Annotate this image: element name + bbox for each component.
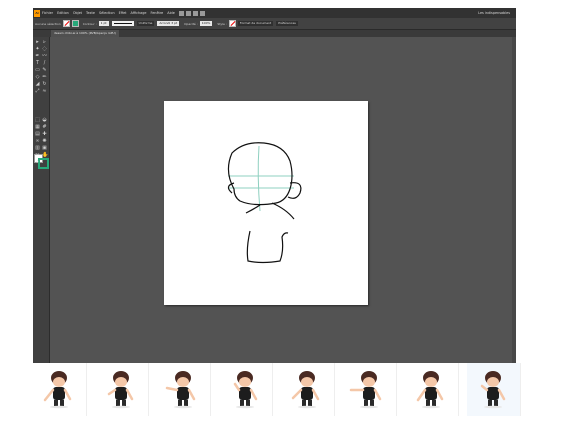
menu-edit[interactable]: Edition <box>57 11 69 15</box>
chibi-figure-icon <box>233 371 258 409</box>
body-outline <box>246 230 289 264</box>
right-shoulder <box>271 202 295 220</box>
menu-file[interactable]: Fichier <box>42 11 53 15</box>
app-logo-icon: Ai <box>34 9 40 17</box>
workspace-switcher[interactable]: Les indispensables <box>478 11 510 15</box>
selection-status: Aucune sélection <box>35 21 61 26</box>
pen-tool-icon[interactable]: ✒ <box>35 54 40 59</box>
magic-wand-tool-icon[interactable]: ✦ <box>35 47 40 52</box>
mesh-tool-icon[interactable]: # <box>42 125 47 130</box>
menu-effect[interactable]: Effet <box>119 11 127 15</box>
pencil-tool-icon[interactable]: ✏ <box>42 75 47 80</box>
brush-definition-dropdown[interactable]: Arrondi 3 pt <box>157 21 180 26</box>
scale-tool-icon[interactable]: ⤢ <box>35 89 40 94</box>
preferences-button[interactable]: Préférences <box>276 21 298 26</box>
artboard[interactable] <box>164 101 368 305</box>
stroke-weight-field[interactable]: 1 pt <box>98 21 109 26</box>
chibi-figure-icon <box>291 371 320 409</box>
blend-tool-icon[interactable]: ∞ <box>35 139 40 144</box>
pose-thumbnail[interactable] <box>281 363 335 416</box>
free-transform-tool-icon[interactable]: ⬚ <box>35 118 40 123</box>
lasso-tool-icon[interactable]: ◌ <box>42 47 47 52</box>
vertical-scrollbar[interactable] <box>512 37 516 363</box>
gpu-rocket-icon[interactable] <box>199 10 205 16</box>
direct-selection-tool-icon[interactable]: ▹ <box>42 40 47 45</box>
pose-thumbnail[interactable] <box>467 363 521 416</box>
pose-thumbnail-strip <box>33 363 521 419</box>
chibi-figure-icon <box>480 371 506 409</box>
shaper-tool-icon[interactable]: ◇ <box>35 75 40 80</box>
stock-icon[interactable] <box>185 10 191 16</box>
pose-thumbnail[interactable] <box>219 363 273 416</box>
pose-thumbnail[interactable] <box>343 363 397 416</box>
document-tab-bar: dessin chibi.ai à 100% (RVB/Aperçu GPU) <box>33 30 516 37</box>
gradient-tool-icon[interactable]: ▤ <box>35 132 40 137</box>
chibi-figure-icon <box>349 371 382 409</box>
paintbrush-tool-icon[interactable]: ✎ <box>42 68 47 73</box>
left-shoulder <box>245 204 261 214</box>
menu-help[interactable]: Aide <box>167 11 175 15</box>
pose-thumbnail[interactable] <box>95 363 149 416</box>
stroke-uniform-dropdown[interactable]: Uniforme <box>136 21 155 26</box>
head-outline <box>227 142 293 206</box>
fill-swatch[interactable] <box>62 20 70 27</box>
width-tool-icon[interactable]: ≈ <box>42 89 47 94</box>
rotate-tool-icon[interactable]: ↻ <box>42 82 47 87</box>
graph-tool-icon[interactable]: ▥ <box>35 146 40 151</box>
line-tool-icon[interactable]: / <box>42 61 47 66</box>
style-swatch[interactable] <box>228 20 236 27</box>
pose-thumbnail[interactable] <box>157 363 211 416</box>
document-setup-button[interactable]: Format de document <box>237 21 274 26</box>
control-bar: Aucune sélection Contour : 1 pt Uniforme… <box>33 18 516 30</box>
menu-view[interactable]: Affichage <box>131 11 147 15</box>
menu-select[interactable]: Sélection <box>99 11 115 15</box>
style-label: Style : <box>217 21 227 26</box>
hand-tool-icon[interactable]: ✋ <box>42 153 48 158</box>
zoom-tool-icon[interactable]: ⌕ <box>35 160 40 165</box>
type-tool-icon[interactable]: T <box>35 61 40 66</box>
eraser-tool-icon[interactable]: ◢ <box>35 82 40 87</box>
chibi-figure-icon <box>43 371 72 409</box>
pose-thumbnail[interactable] <box>33 363 87 416</box>
chibi-figure-icon <box>165 371 196 409</box>
shape-builder-tool-icon[interactable]: ◒ <box>42 118 47 123</box>
document-tab[interactable]: dessin chibi.ai à 100% (RVB/Aperçu GPU) <box>51 30 119 37</box>
selection-tool-icon[interactable]: ▸ <box>35 40 40 45</box>
menu-bar: Ai Fichier Edition Objet Texte Sélection… <box>33 8 516 18</box>
symbol-sprayer-tool-icon[interactable]: ✺ <box>42 139 47 144</box>
tools-panel: ▸ ▹ ✦ ◌ ✒ 〰 T / ▭ ✎ ◇ ✏ ◢ ↻ ⤢ ≈ ⬚ ◒ ▦ # ▤ ✚ ∞ ✺ ▥ ▣ ✂ ✋ ⌕ <box>33 37 50 363</box>
chibi-sketch[interactable] <box>164 101 368 305</box>
eyedropper-tool-icon[interactable]: ✚ <box>42 132 47 137</box>
stroke-swatch[interactable] <box>71 20 79 27</box>
chibi-figure-icon <box>107 371 134 409</box>
variable-width-profile[interactable] <box>111 21 134 26</box>
menu-type[interactable]: Texte <box>86 11 95 15</box>
chibi-figure-icon <box>416 371 444 409</box>
pose-thumbnail[interactable] <box>405 363 459 416</box>
stroke-label: Contour : <box>82 21 97 26</box>
menu-window[interactable]: Fenêtre <box>150 11 163 15</box>
perspective-tool-icon[interactable]: ▦ <box>35 125 40 130</box>
artboard-tool-icon[interactable]: ▣ <box>42 146 47 151</box>
bridge-icon[interactable] <box>178 10 184 16</box>
guide-line-center <box>257 145 261 212</box>
slice-tool-icon[interactable]: ✂ <box>35 153 40 158</box>
menu-object[interactable]: Objet <box>73 11 82 15</box>
arrange-documents-icon[interactable] <box>192 10 198 16</box>
opacity-field[interactable]: 100% <box>199 21 213 26</box>
rectangle-tool-icon[interactable]: ▭ <box>35 68 40 73</box>
opacity-label: Opacité : <box>184 21 198 26</box>
curvature-tool-icon[interactable]: 〰 <box>42 54 47 59</box>
